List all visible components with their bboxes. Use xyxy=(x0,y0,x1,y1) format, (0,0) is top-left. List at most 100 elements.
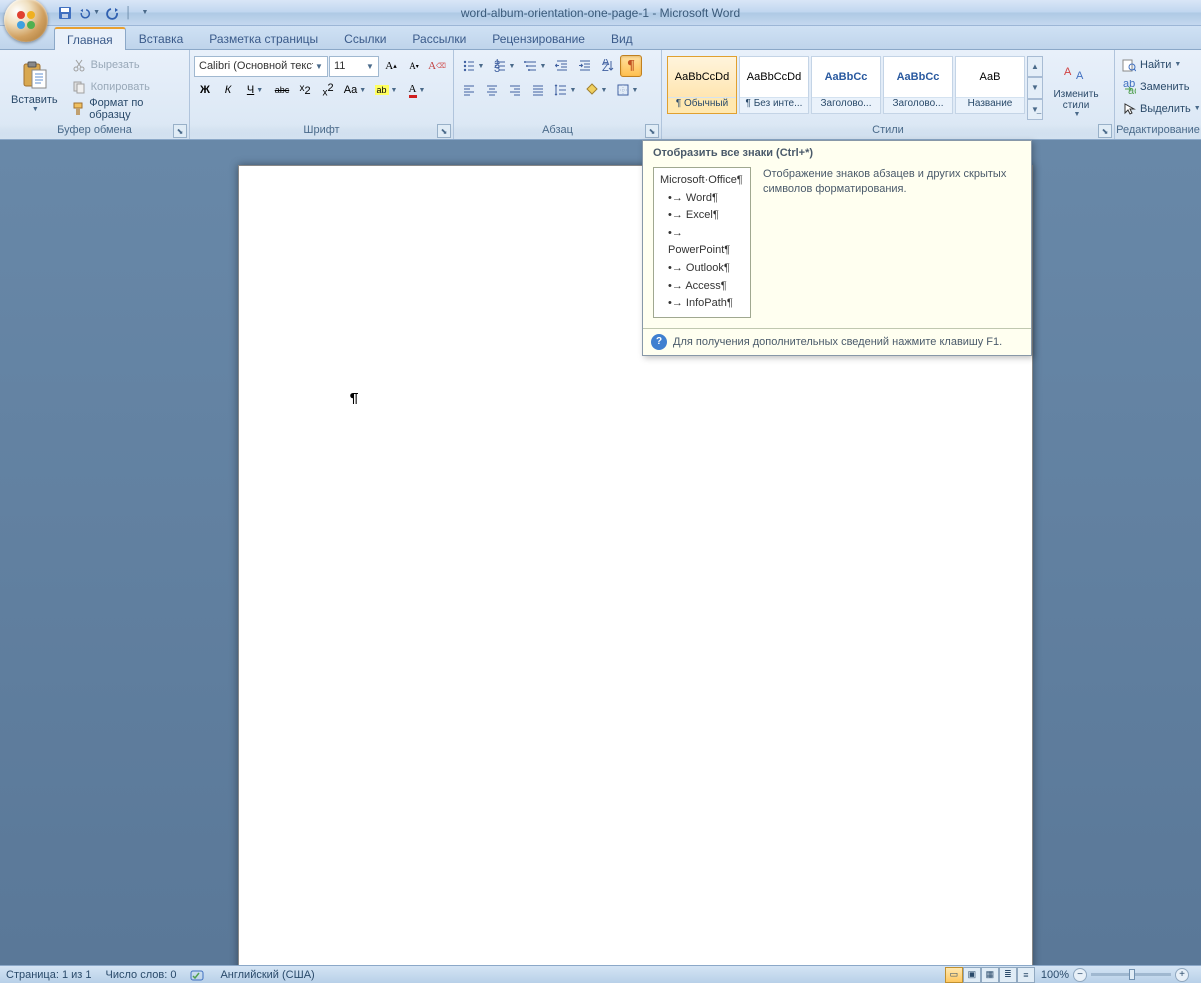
subscript-button[interactable]: x2 xyxy=(294,79,316,101)
view-full-screen[interactable]: ▣ xyxy=(963,967,981,983)
group-editing: Найти▼ abacЗаменить Выделить▼ Редактиров… xyxy=(1115,50,1201,139)
justify-button[interactable] xyxy=(527,79,549,101)
gallery-expand[interactable]: ▼̲ xyxy=(1027,99,1043,120)
gallery-row-down[interactable]: ▼ xyxy=(1027,77,1043,98)
view-outline[interactable]: ≣ xyxy=(999,967,1017,983)
qat-customize-button[interactable]: ▼ xyxy=(133,2,155,24)
style-normal[interactable]: AaBbCcDd¶ Обычный xyxy=(667,56,737,114)
outdent-icon xyxy=(555,59,569,73)
borders-button[interactable]: ▼ xyxy=(612,79,642,101)
change-styles-label: Изменить стили xyxy=(1052,89,1100,111)
clipboard-launcher[interactable]: ⬊ xyxy=(173,124,187,138)
group-paragraph: ▼ 123▼ ▼ AZ ¶ ▼ ▼ ▼ Абзац⬊ xyxy=(454,50,662,139)
status-proofing[interactable] xyxy=(190,968,206,982)
window-title: word-album-orientation-one-page-1 - Micr… xyxy=(461,6,740,20)
bullets-icon xyxy=(462,59,476,73)
style-heading2[interactable]: AaBbCcЗаголово... xyxy=(883,56,953,114)
view-print-layout[interactable]: ▭ xyxy=(945,967,963,983)
copy-button[interactable]: Копировать xyxy=(67,76,183,97)
change-case-button[interactable]: Aa▼ xyxy=(340,79,370,101)
increase-indent-button[interactable] xyxy=(574,55,596,77)
shrink-font-button[interactable]: A▾ xyxy=(403,55,425,77)
status-language[interactable]: Английский (США) xyxy=(220,969,314,981)
tab-insert[interactable]: Вставка xyxy=(126,27,197,49)
superscript-button[interactable]: x2 xyxy=(317,79,339,101)
find-button[interactable]: Найти▼ xyxy=(1119,54,1201,75)
strike-icon: abc xyxy=(275,85,290,95)
style-no-spacing[interactable]: AaBbCcDd¶ Без инте... xyxy=(739,56,809,114)
paragraph-launcher[interactable]: ⬊ xyxy=(645,124,659,138)
strikethrough-button[interactable]: abc xyxy=(271,79,293,101)
status-page[interactable]: Страница: 1 из 1 xyxy=(6,969,92,981)
line-spacing-button[interactable]: ▼ xyxy=(550,79,580,101)
tooltip-sample: Microsoft·Office¶ •→ Word¶ •→ Excel¶ •→ … xyxy=(653,167,751,318)
office-logo-icon xyxy=(14,8,38,32)
paste-button[interactable]: Вставить ▼ xyxy=(4,52,65,120)
numbering-button[interactable]: 123▼ xyxy=(489,55,519,77)
zoom-in-button[interactable]: + xyxy=(1175,968,1189,982)
underline-button[interactable]: Ч▼ xyxy=(240,79,270,101)
paste-icon xyxy=(18,60,50,92)
tab-home[interactable]: Главная xyxy=(54,27,126,50)
multilevel-icon xyxy=(524,59,538,73)
tab-view[interactable]: Вид xyxy=(598,27,646,49)
shading-button[interactable]: ▼ xyxy=(581,79,611,101)
svg-text:Z: Z xyxy=(602,62,609,73)
svg-text:3: 3 xyxy=(494,63,500,73)
group-clipboard-label: Буфер обмена xyxy=(57,124,132,136)
align-center-button[interactable] xyxy=(481,79,503,101)
copy-icon xyxy=(72,80,86,94)
group-styles-label: Стили xyxy=(872,124,904,136)
save-button[interactable] xyxy=(54,2,76,24)
multilevel-list-button[interactable]: ▼ xyxy=(520,55,550,77)
font-launcher[interactable]: ⬊ xyxy=(437,124,451,138)
undo-button[interactable]: ▼ xyxy=(78,2,100,24)
zoom-out-button[interactable]: − xyxy=(1073,968,1087,982)
decrease-indent-button[interactable] xyxy=(551,55,573,77)
zoom-thumb[interactable] xyxy=(1129,969,1135,980)
bold-button[interactable]: Ж xyxy=(194,79,216,101)
ribbon-tabs: Главная Вставка Разметка страницы Ссылки… xyxy=(0,26,1201,50)
cut-button[interactable]: Вырезать xyxy=(67,54,183,75)
font-color-button[interactable]: A▼ xyxy=(402,79,432,101)
style-heading1[interactable]: AaBbCcЗаголово... xyxy=(811,56,881,114)
group-clipboard: Вставить ▼ Вырезать Копировать Формат по… xyxy=(0,50,190,139)
numbering-icon: 123 xyxy=(493,59,507,73)
tooltip-show-marks: Отобразить все знаки (Ctrl+*) Microsoft·… xyxy=(642,140,1032,356)
bullets-button[interactable]: ▼ xyxy=(458,55,488,77)
replace-button[interactable]: abacЗаменить xyxy=(1119,76,1201,97)
view-draft[interactable]: ≡ xyxy=(1017,967,1035,983)
svg-text:A: A xyxy=(1076,70,1084,82)
align-left-button[interactable] xyxy=(458,79,480,101)
tab-review[interactable]: Рецензирование xyxy=(479,27,598,49)
styles-launcher[interactable]: ⬊ xyxy=(1098,124,1112,138)
view-web-layout[interactable]: ▦ xyxy=(981,967,999,983)
grow-font-button[interactable]: A▴ xyxy=(380,55,402,77)
select-button[interactable]: Выделить▼ xyxy=(1119,98,1201,119)
gallery-row-up[interactable]: ▲ xyxy=(1027,56,1043,77)
format-painter-button[interactable]: Формат по образцу xyxy=(67,98,183,119)
align-right-button[interactable] xyxy=(504,79,526,101)
font-size-combo[interactable]: 11▼ xyxy=(329,56,379,77)
tab-page-layout[interactable]: Разметка страницы xyxy=(196,27,331,49)
show-marks-button[interactable]: ¶ xyxy=(620,55,642,77)
status-words[interactable]: Число слов: 0 xyxy=(106,969,177,981)
highlight-button[interactable]: ab▼ xyxy=(371,79,401,101)
change-styles-button[interactable]: AA Изменить стили ▼ xyxy=(1045,52,1107,120)
zoom-slider[interactable] xyxy=(1091,973,1171,976)
sort-button[interactable]: AZ xyxy=(597,55,619,77)
ribbon: Вставить ▼ Вырезать Копировать Формат по… xyxy=(0,50,1201,140)
italic-button[interactable]: К xyxy=(217,79,239,101)
redo-button[interactable] xyxy=(102,2,124,24)
zoom-level[interactable]: 100% xyxy=(1041,969,1069,981)
tab-mailings[interactable]: Рассылки xyxy=(399,27,479,49)
font-name-combo[interactable]: Calibri (Основной текст)▼ xyxy=(194,56,328,77)
style-title[interactable]: АаВНазвание xyxy=(955,56,1025,114)
justify-icon xyxy=(531,83,545,97)
office-button[interactable] xyxy=(4,0,48,42)
proofing-icon xyxy=(190,968,206,982)
qat-separator: │ xyxy=(126,2,131,24)
tab-references[interactable]: Ссылки xyxy=(331,27,399,49)
clear-formatting-button[interactable]: A⌫ xyxy=(426,55,448,77)
redo-icon xyxy=(105,5,121,21)
